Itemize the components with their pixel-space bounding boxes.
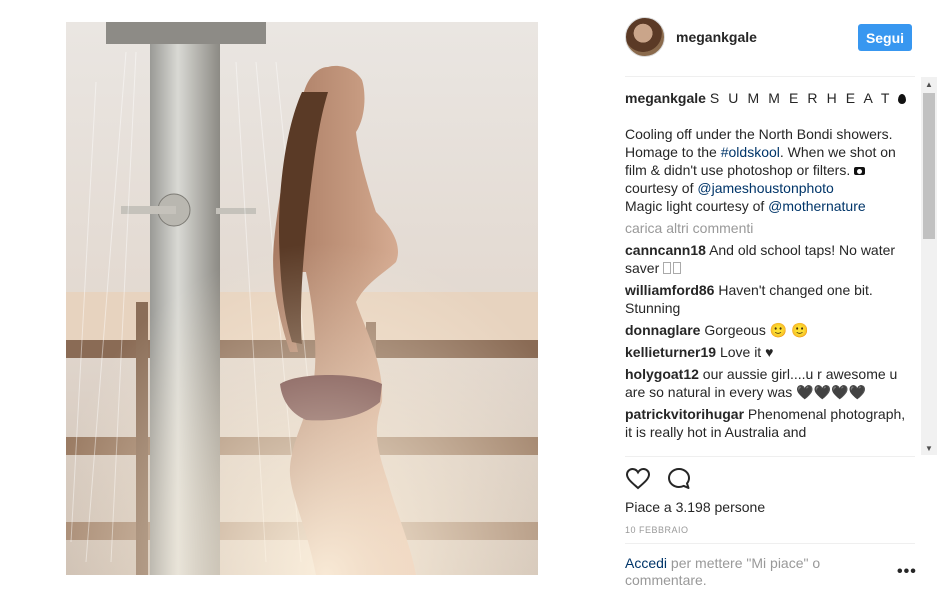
post-date: 10 FEBBRAIO <box>625 525 689 535</box>
comment-item: patrickvitorihugar Phenomenal photograph… <box>625 405 915 441</box>
comment-username[interactable]: holygoat12 <box>625 366 699 382</box>
comment-item: canncann18 And old school taps! No water… <box>625 241 915 277</box>
post-side-panel: megankgale Segui megankgale S U M M E R … <box>625 0 940 588</box>
login-link[interactable]: Accedi <box>625 555 667 571</box>
scroll-down-arrow-icon[interactable]: ▼ <box>921 441 937 455</box>
caption-text: Magic light courtesy of <box>625 198 769 214</box>
comments-list[interactable]: megankgale S U M M E R H E A T Cooling o… <box>625 89 915 455</box>
divider <box>625 456 915 457</box>
mention-link[interactable]: @jameshoustonphoto <box>697 180 833 196</box>
more-options-icon[interactable]: ••• <box>897 563 917 581</box>
caption-body: Cooling off under the North Bondi shower… <box>625 125 915 215</box>
caption-text: courtesy of <box>625 180 698 196</box>
likes-count[interactable]: Piace a 3.198 persone <box>625 499 765 515</box>
login-prompt: Accedi per mettere "Mi piace" o commenta… <box>625 555 855 589</box>
comment-username[interactable]: canncann18 <box>625 242 706 258</box>
comments-scrollbar[interactable]: ▲ ▼ <box>921 77 937 455</box>
divider <box>625 543 915 544</box>
avatar[interactable] <box>625 17 665 57</box>
load-more-comments-link[interactable]: carica altri commenti <box>625 219 915 237</box>
missing-glyph-icon <box>663 262 672 274</box>
comment-username[interactable]: patrickvitorihugar <box>625 406 744 422</box>
comment-item: holygoat12 our aussie girl....u r awesom… <box>625 365 915 401</box>
post-header: megankgale Segui <box>625 17 915 59</box>
scroll-thumb[interactable] <box>923 93 935 239</box>
camera-icon <box>854 167 866 175</box>
comment-username[interactable]: kellieturner19 <box>625 344 716 360</box>
water-drop-icon <box>897 94 906 104</box>
caption-title: S U M M E R H E A T <box>709 90 892 106</box>
photo-image <box>66 22 538 575</box>
follow-button[interactable]: Segui <box>858 24 912 51</box>
comment-item: kellieturner19 Love it ♥ <box>625 343 915 361</box>
caption-title-line: megankgale S U M M E R H E A T <box>625 89 915 107</box>
comment-item: williamford86 Haven't changed one bit. S… <box>625 281 915 317</box>
comment-text: Love it ♥ <box>719 344 774 360</box>
comment-username[interactable]: donnaglare <box>625 322 700 338</box>
comment-bubble-icon[interactable] <box>666 466 692 492</box>
caption-username[interactable]: megankgale <box>625 90 706 106</box>
scroll-up-arrow-icon[interactable]: ▲ <box>921 77 937 91</box>
comment-item: donnaglare Gorgeous 🙂 🙂 <box>625 321 915 339</box>
missing-glyph-icon <box>673 262 682 274</box>
comment-text: Gorgeous 🙂 🙂 <box>704 322 809 338</box>
mention-link[interactable]: @mothernature <box>768 198 865 214</box>
comment-username[interactable]: williamford86 <box>625 282 714 298</box>
post-photo[interactable] <box>66 22 538 575</box>
header-username[interactable]: megankgale <box>676 29 757 45</box>
hashtag-link[interactable]: #oldskool <box>721 144 780 160</box>
heart-icon[interactable] <box>625 466 651 492</box>
divider <box>625 76 915 77</box>
